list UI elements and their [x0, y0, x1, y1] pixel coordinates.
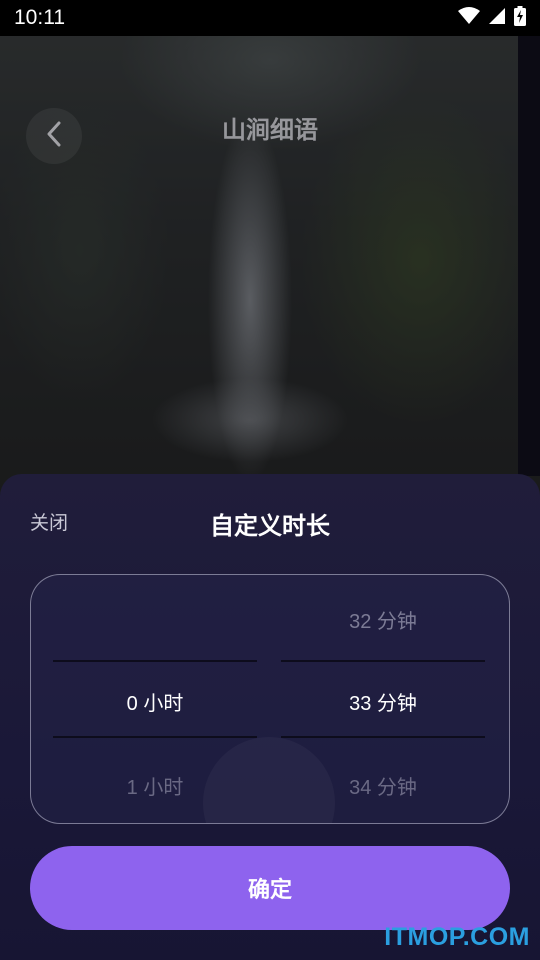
selection-divider: [281, 736, 485, 738]
sheet-title: 自定义时长: [210, 512, 330, 540]
selection-divider: [53, 660, 257, 662]
confirm-button[interactable]: 确定: [30, 846, 510, 930]
page-title: 山涧细语: [222, 116, 318, 144]
duration-picker: 0 小时 1 小时 32 分钟 33 分钟 34 分钟: [30, 574, 510, 824]
status-bar: 10:11: [0, 0, 540, 36]
minutes-option-below[interactable]: 34 分钟: [281, 771, 485, 800]
status-time: 10:11: [14, 6, 65, 29]
hours-wheel[interactable]: 0 小时 1 小时: [53, 575, 257, 823]
signal-icon: [488, 7, 506, 29]
selection-divider: [281, 660, 485, 662]
minutes-option-selected[interactable]: 33 分钟: [281, 687, 485, 716]
background-edge: [518, 36, 540, 476]
background-overlay: [0, 0, 540, 500]
hours-option-selected[interactable]: 0 小时: [53, 687, 257, 716]
custom-duration-sheet: 关闭 自定义时长 0 小时 1 小时 32 分钟 33 分钟 34 分钟 确定: [0, 474, 540, 960]
wifi-icon: [458, 7, 480, 29]
status-icons: [458, 6, 526, 30]
watermark-logo: ITMOP.COM: [384, 923, 530, 951]
hours-option-below[interactable]: 1 小时: [53, 771, 257, 800]
minutes-wheel[interactable]: 32 分钟 33 分钟 34 分钟: [281, 575, 485, 823]
battery-charging-icon: [514, 6, 526, 30]
selection-divider: [53, 736, 257, 738]
minutes-option-above[interactable]: 32 分钟: [281, 605, 485, 634]
